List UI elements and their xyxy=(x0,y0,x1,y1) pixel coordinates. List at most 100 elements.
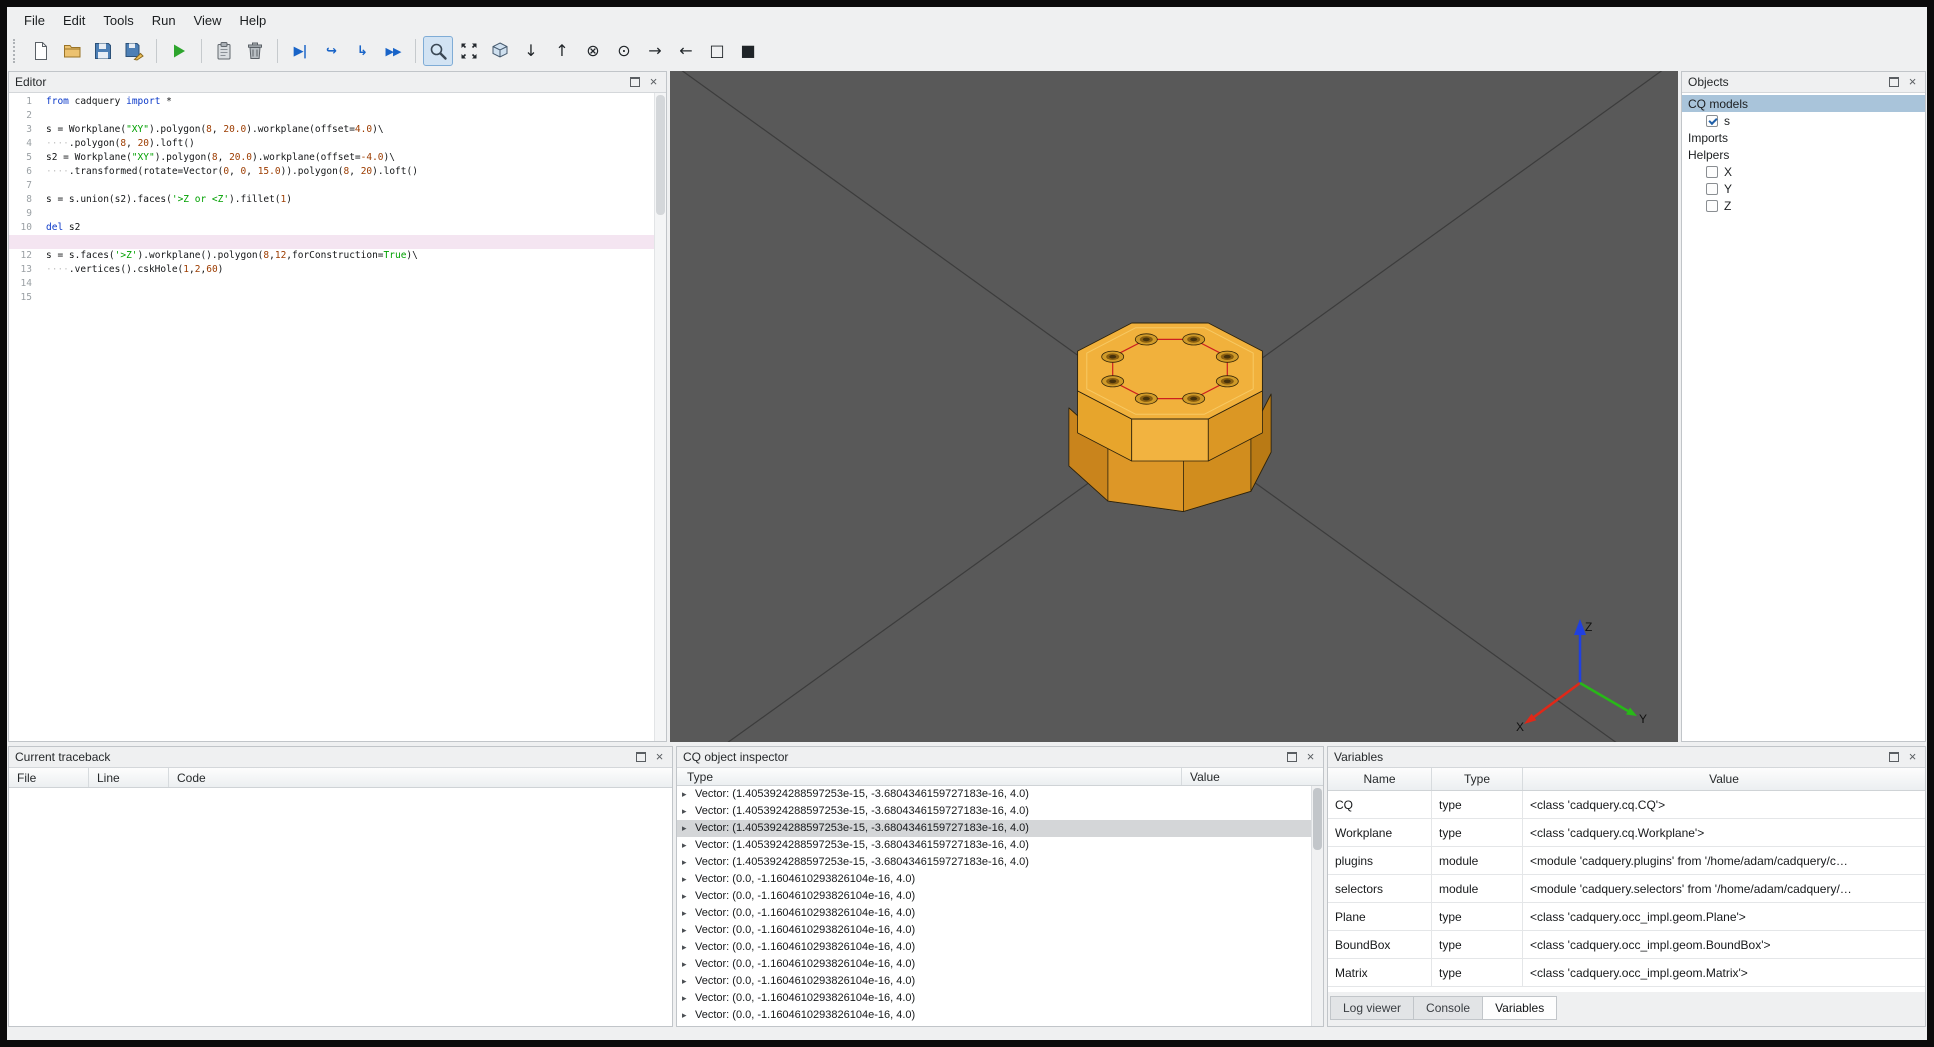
variables-col-value[interactable]: Value xyxy=(1523,768,1925,790)
inspector-row[interactable]: ▸ Vector: (0.0, -1.1604610293826104e-16, … xyxy=(677,905,1311,922)
expand-arrow-icon[interactable]: ▸ xyxy=(682,939,695,956)
tab-log-viewer[interactable]: Log viewer xyxy=(1330,996,1415,1020)
traceback-col-code[interactable]: Code xyxy=(169,768,672,787)
inspector-row[interactable]: ▸ Vector: (1.4053924288597253e-15, -3.680… xyxy=(677,837,1311,854)
checkbox[interactable] xyxy=(1706,114,1718,127)
close-panel-icon[interactable] xyxy=(653,751,666,764)
inspector-row[interactable]: ▸ Vector: (1.4053924288597253e-15, -3.680… xyxy=(677,786,1311,803)
step-button[interactable]: ↪ xyxy=(316,36,346,66)
objects-titlebar[interactable]: Objects xyxy=(1682,72,1925,92)
continue-button[interactable]: ▶▶ xyxy=(378,36,408,66)
objects-item-z[interactable]: Z xyxy=(1682,197,1925,214)
expand-arrow-icon[interactable]: ▸ xyxy=(682,1007,695,1024)
fit-view-button[interactable] xyxy=(454,36,484,66)
editor-titlebar[interactable]: Editor xyxy=(9,72,666,92)
render-button[interactable] xyxy=(164,36,194,66)
3d-viewport[interactable]: X Y Z xyxy=(670,71,1678,742)
inspector-row[interactable]: ▸ Vector: (0.0, -1.1604610293826104e-16, … xyxy=(677,1007,1311,1024)
zoom-button[interactable] xyxy=(423,36,453,66)
menu-tools[interactable]: Tools xyxy=(94,9,142,32)
front-view-button[interactable]: ⊗ xyxy=(578,36,608,66)
menu-help[interactable]: Help xyxy=(231,9,276,32)
float-panel-icon[interactable] xyxy=(1887,76,1900,89)
menu-edit[interactable]: Edit xyxy=(54,9,94,32)
float-panel-icon[interactable] xyxy=(1285,751,1298,764)
variables-col-name[interactable]: Name xyxy=(1328,768,1432,790)
expand-arrow-icon[interactable]: ▸ xyxy=(682,973,695,990)
code-editor[interactable]: 1 2 3 4 5 6 7 8 9 10 11 12 13 14 15 from cadquery impo… xyxy=(9,92,666,741)
save-as-button[interactable] xyxy=(119,36,149,66)
expand-arrow-icon[interactable]: ▸ xyxy=(682,888,695,905)
bottom-view-button[interactable]: ↑ xyxy=(547,36,577,66)
left-view-button[interactable]: → xyxy=(640,36,670,66)
tab-variables[interactable]: Variables xyxy=(1483,996,1558,1020)
inspector-col-value[interactable]: Value xyxy=(1182,768,1323,785)
objects-item-s[interactable]: s xyxy=(1682,112,1925,129)
expand-arrow-icon[interactable]: ▸ xyxy=(682,922,695,939)
inspector-row[interactable]: ▸ Vector: (1.4053924288597253e-15, -3.680… xyxy=(677,854,1311,871)
delete-button[interactable] xyxy=(240,36,270,66)
objects-item-y[interactable]: Y xyxy=(1682,180,1925,197)
float-panel-icon[interactable] xyxy=(1887,751,1900,764)
objects-group-imports[interactable]: Imports xyxy=(1682,129,1925,146)
inspector-row[interactable]: ▸ Vector: (0.0, -1.1604610293826104e-16, … xyxy=(677,973,1311,990)
right-view-button[interactable]: ← xyxy=(671,36,701,66)
debug-run-button[interactable]: ▶| xyxy=(285,36,315,66)
float-panel-icon[interactable] xyxy=(628,76,641,89)
menu-file[interactable]: File xyxy=(15,9,54,32)
back-view-button[interactable]: ⊙ xyxy=(609,36,639,66)
menu-run[interactable]: Run xyxy=(143,9,185,32)
variable-row[interactable]: Workplane type <class 'cadquery.cq.Workpla… xyxy=(1328,819,1925,847)
inspector-row[interactable]: ▸ Vector: (1.4053924288597253e-15, -3.680… xyxy=(677,803,1311,820)
top-view-button[interactable]: ↓ xyxy=(516,36,546,66)
close-panel-icon[interactable] xyxy=(647,76,660,89)
inspector-scrollbar[interactable] xyxy=(1311,786,1323,1026)
scrollbar-thumb[interactable] xyxy=(656,95,665,215)
traceback-col-file[interactable]: File xyxy=(9,768,89,787)
shaded-button[interactable]: ■ xyxy=(733,36,763,66)
inspector-row[interactable]: ▸ Vector: (1.4053924288597253e-15, -3.680… xyxy=(677,820,1311,837)
tab-console[interactable]: Console xyxy=(1414,996,1484,1020)
code-area[interactable]: from cadquery import * s = Workplane("XY"… xyxy=(39,95,654,305)
variables-titlebar[interactable]: Variables xyxy=(1328,747,1925,767)
expand-arrow-icon[interactable]: ▸ xyxy=(682,871,695,888)
inspector-row[interactable]: ▸ Vector: (0.0, -1.1604610293826104e-16, … xyxy=(677,939,1311,956)
float-panel-icon[interactable] xyxy=(634,751,647,764)
new-script-button[interactable] xyxy=(26,36,56,66)
inspector-row[interactable]: ▸ Vector: (0.0, -1.1604610293826104e-16, … xyxy=(677,871,1311,888)
objects-group-cq-models[interactable]: CQ models xyxy=(1682,95,1925,112)
variable-row[interactable]: selectors module <module 'cadquery.selecto… xyxy=(1328,875,1925,903)
wireframe-button[interactable]: □ xyxy=(702,36,732,66)
expand-arrow-icon[interactable]: ▸ xyxy=(682,786,695,803)
expand-arrow-icon[interactable]: ▸ xyxy=(682,820,695,837)
expand-arrow-icon[interactable]: ▸ xyxy=(682,837,695,854)
variables-col-type[interactable]: Type xyxy=(1432,768,1523,790)
iso-view-button[interactable] xyxy=(485,36,515,66)
objects-item-x[interactable]: X xyxy=(1682,163,1925,180)
step-in-button[interactable]: ↳ xyxy=(347,36,377,66)
checkbox[interactable] xyxy=(1706,182,1718,195)
expand-arrow-icon[interactable]: ▸ xyxy=(682,956,695,973)
expand-arrow-icon[interactable]: ▸ xyxy=(682,854,695,871)
variable-row[interactable]: plugins module <module 'cadquery.plugins' … xyxy=(1328,847,1925,875)
inspector-row[interactable]: ▸ Vector: (0.0, -1.1604610293826104e-16, … xyxy=(677,888,1311,905)
menu-view[interactable]: View xyxy=(185,9,231,32)
inspector-row[interactable]: ▸ Vector: (0.0, -1.1604610293826104e-16, … xyxy=(677,956,1311,973)
traceback-col-line[interactable]: Line xyxy=(89,768,169,787)
traceback-titlebar[interactable]: Current traceback xyxy=(9,747,672,767)
inspector-row[interactable]: ▸ Vector: (0.0, -1.1604610293826104e-16, … xyxy=(677,922,1311,939)
save-button[interactable] xyxy=(88,36,118,66)
close-panel-icon[interactable] xyxy=(1906,76,1919,89)
expand-arrow-icon[interactable]: ▸ xyxy=(682,990,695,1007)
objects-group-helpers[interactable]: Helpers xyxy=(1682,146,1925,163)
variable-row[interactable]: Plane type <class 'cadquery.occ_impl.geom.… xyxy=(1328,903,1925,931)
variable-row[interactable]: Matrix type <class 'cadquery.occ_impl.geom… xyxy=(1328,959,1925,987)
variable-row[interactable]: BoundBox type <class 'cadquery.occ_impl.ge… xyxy=(1328,931,1925,959)
close-panel-icon[interactable] xyxy=(1906,751,1919,764)
editor-scrollbar[interactable] xyxy=(654,93,666,741)
checkbox[interactable] xyxy=(1706,165,1718,178)
expand-arrow-icon[interactable]: ▸ xyxy=(682,905,695,922)
scrollbar-thumb[interactable] xyxy=(1313,788,1322,850)
close-panel-icon[interactable] xyxy=(1304,751,1317,764)
expand-arrow-icon[interactable]: ▸ xyxy=(682,803,695,820)
